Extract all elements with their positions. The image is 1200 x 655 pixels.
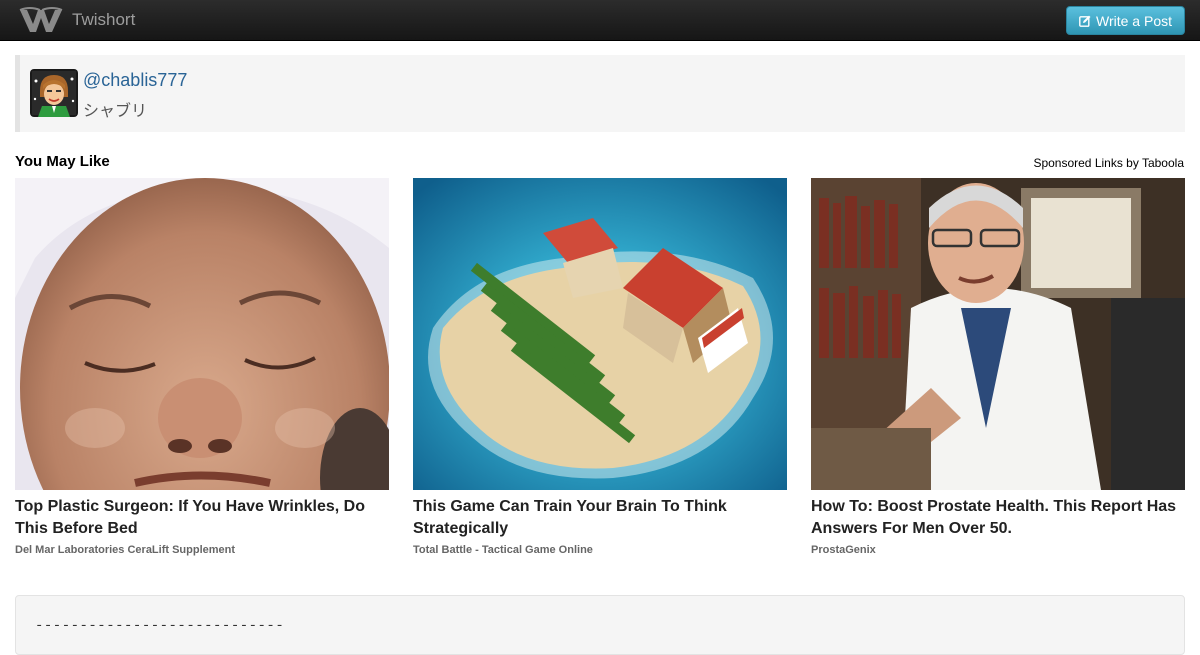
author-handle: chablis777 <box>101 70 188 90</box>
handle-prefix: @ <box>83 70 102 90</box>
sponsored-links-label[interactable]: Sponsored Links by Taboola <box>1033 156 1184 170</box>
card-source[interactable]: Total Battle - Tactical Game Online <box>413 544 787 556</box>
card-title[interactable]: How To: Boost Prostate Health. This Repo… <box>811 496 1185 540</box>
write-post-button[interactable]: Write a Post <box>1066 6 1185 35</box>
card-title[interactable]: Top Plastic Surgeon: If You Have Wrinkle… <box>15 496 389 540</box>
brand-link[interactable]: Twishort <box>18 0 135 40</box>
write-post-label: Write a Post <box>1096 12 1172 29</box>
recommendation-card[interactable]: Top Plastic Surgeon: If You Have Wrinkle… <box>15 178 389 556</box>
card-thumbnail[interactable] <box>15 178 389 490</box>
card-thumbnail[interactable] <box>811 178 1185 490</box>
post-text: ---------------------------- <box>35 618 285 634</box>
card-title[interactable]: This Game Can Train Your Brain To Think … <box>413 496 787 540</box>
recommendation-card[interactable]: This Game Can Train Your Brain To Think … <box>413 178 787 556</box>
post-content-box: ---------------------------- <box>15 595 1185 655</box>
top-navbar: Twishort Write a Post <box>0 0 1200 41</box>
edit-icon <box>1079 15 1091 27</box>
recommendation-card[interactable]: How To: Boost Prostate Health. This Repo… <box>811 178 1185 556</box>
author-display-name: シャブリ <box>83 103 148 120</box>
card-source[interactable]: ProstaGenix <box>811 544 1185 556</box>
card-source[interactable]: Del Mar Laboratories CeraLift Supplement <box>15 544 389 556</box>
avatar[interactable] <box>30 69 78 117</box>
card-thumbnail[interactable] <box>413 178 787 490</box>
recommendations-title: You May Like <box>15 153 110 170</box>
author-profile-box: @chablis777 シャブリ <box>15 55 1185 132</box>
author-handle-link[interactable]: @chablis777 <box>83 70 187 91</box>
twishort-logo-icon <box>19 7 63 32</box>
brand-name: Twishort <box>72 10 136 29</box>
